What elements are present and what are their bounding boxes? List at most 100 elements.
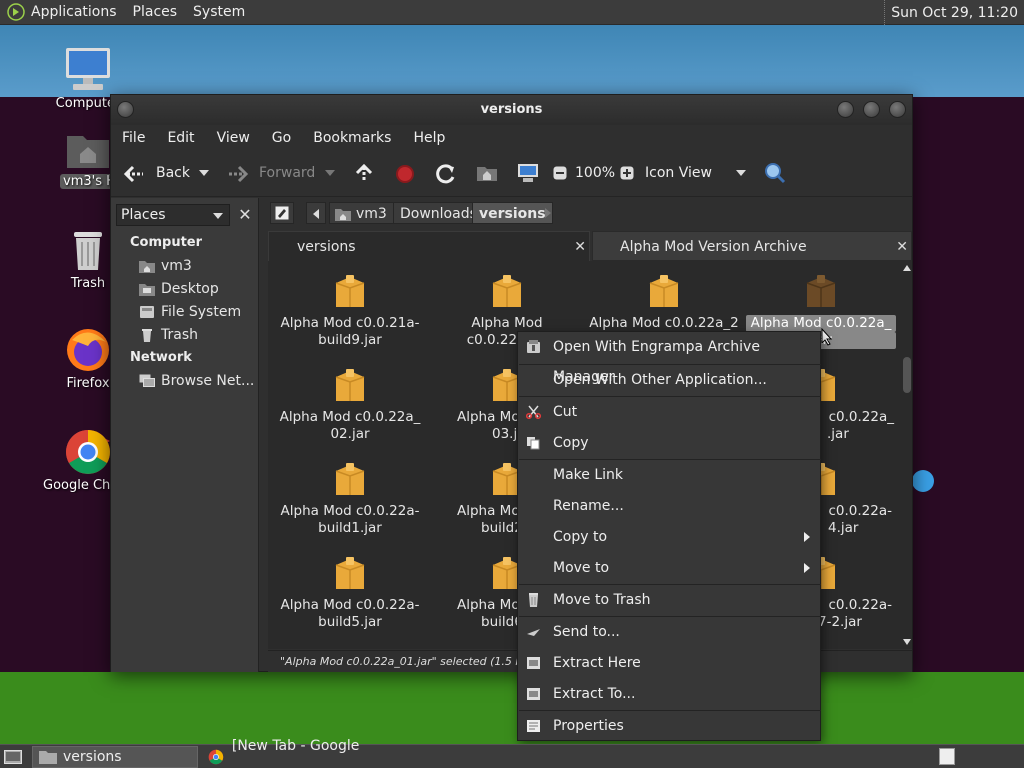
- chevron-down-icon: [213, 213, 223, 219]
- scissors-icon: [526, 405, 541, 419]
- scroll-up-icon[interactable]: [903, 265, 911, 271]
- sidebar-item-label: vm3: [161, 258, 192, 274]
- distro-logo-icon[interactable]: [7, 3, 25, 21]
- home-icon[interactable]: [476, 163, 498, 183]
- vertical-scrollbar[interactable]: [902, 261, 912, 649]
- tab-versions[interactable]: versions ✕: [268, 231, 590, 261]
- zoom-in-icon[interactable]: [620, 166, 634, 180]
- menu-applications[interactable]: Applications: [31, 4, 117, 20]
- firefox-icon: [67, 329, 109, 371]
- tab-alpha-mod-archive[interactable]: Alpha Mod Version Archive ✕: [592, 231, 912, 261]
- breadcrumb-versions[interactable]: versions: [472, 202, 553, 224]
- sidebar-item-browse-network[interactable]: Browse Net...: [139, 373, 254, 389]
- tab-close-icon[interactable]: ✕: [896, 232, 908, 262]
- menu-item-extract-here[interactable]: Extract Here: [518, 648, 820, 678]
- menu-file[interactable]: File: [122, 130, 145, 146]
- sidebar-item-label: Desktop: [161, 281, 219, 297]
- extract-icon: [527, 688, 540, 700]
- file-item[interactable]: Alpha Mod c0.0.22a- build5.jar: [275, 555, 425, 631]
- menu-item-label: Extract To...: [553, 686, 636, 702]
- edit-location-icon[interactable]: [270, 202, 294, 224]
- taskbar-item-chrome[interactable]: [New Tab - Google ...: [204, 738, 376, 768]
- minimize-button[interactable]: [837, 101, 854, 118]
- menu-item-open-with-engrampa[interactable]: Open With Engrampa Archive Manager: [518, 332, 820, 385]
- tab-bar: versions ✕ Alpha Mod Version Archive ✕: [268, 231, 912, 261]
- forward-history-dropdown-icon: [325, 170, 335, 176]
- extract-icon: [527, 657, 540, 669]
- menu-item-open-with-other[interactable]: Open With Other Application...: [518, 365, 820, 395]
- breadcrumb-vm3[interactable]: vm3: [329, 202, 394, 224]
- file-item[interactable]: Alpha Mod c0.0.22a_2: [589, 273, 739, 332]
- view-mode-dropdown-icon[interactable]: [736, 170, 746, 176]
- search-icon[interactable]: [764, 162, 786, 184]
- clock[interactable]: Sun Oct 29, 11:20: [884, 0, 1024, 25]
- zoom-out-icon[interactable]: [553, 166, 567, 180]
- reload-icon[interactable]: [435, 163, 457, 185]
- menu-places[interactable]: Places: [133, 4, 178, 20]
- close-sidebar-icon[interactable]: ✕: [236, 206, 254, 224]
- workspace-switcher[interactable]: [939, 748, 955, 765]
- back-history-dropdown-icon[interactable]: [199, 170, 209, 176]
- menu-bookmarks[interactable]: Bookmarks: [313, 130, 391, 146]
- menu-item-properties[interactable]: Properties: [518, 711, 820, 741]
- menu-go[interactable]: Go: [272, 130, 291, 146]
- menu-item-move-to[interactable]: Move to: [518, 553, 820, 583]
- file-name: Alpha Mod c0.0.21a-: [280, 315, 420, 331]
- breadcrumb-scroll-left[interactable]: [306, 202, 326, 224]
- stop-icon[interactable]: [395, 164, 415, 184]
- back-button[interactable]: Back: [156, 165, 190, 181]
- breadcrumb-scroll-right[interactable]: [545, 208, 551, 218]
- file-item[interactable]: Alpha Mod c0.0.22a- build1.jar: [275, 461, 425, 537]
- menu-item-extract-to[interactable]: Extract To...: [518, 679, 820, 709]
- scrollbar-thumb[interactable]: [903, 357, 911, 393]
- sidebar-item-desktop[interactable]: Desktop: [139, 281, 219, 297]
- breadcrumb-downloads[interactable]: Downloads: [393, 202, 484, 224]
- menu-edit[interactable]: Edit: [167, 130, 194, 146]
- menu-help[interactable]: Help: [413, 130, 445, 146]
- window-title: versions: [480, 102, 543, 117]
- menu-item-label: Copy to: [553, 529, 608, 545]
- menu-item-label: Rename...: [553, 498, 624, 514]
- computer-icon[interactable]: [517, 162, 539, 184]
- window-menu-button[interactable]: [117, 101, 134, 118]
- sidebar-item-trash[interactable]: Trash: [139, 327, 198, 343]
- menu-item-rename[interactable]: Rename...: [518, 491, 820, 521]
- sidebar-section-network: Network: [130, 350, 192, 365]
- maximize-button[interactable]: [863, 101, 880, 118]
- package-icon: [335, 369, 365, 401]
- show-desktop-icon[interactable]: [4, 749, 22, 765]
- trash-icon: [529, 593, 538, 607]
- window-titlebar[interactable]: versions: [111, 95, 912, 125]
- menu-item-copy[interactable]: Copy: [518, 428, 820, 458]
- menu-item-cut[interactable]: Cut: [518, 397, 820, 427]
- file-item[interactable]: Alpha Mod c0.0.21a- build9.jar: [275, 273, 425, 349]
- back-arrow-icon[interactable]: [123, 165, 145, 183]
- close-button[interactable]: [889, 101, 906, 118]
- package-icon: [335, 463, 365, 495]
- taskbar-item-versions[interactable]: versions: [32, 746, 198, 768]
- forward-arrow-icon: [227, 165, 249, 183]
- up-arrow-icon[interactable]: [354, 163, 374, 183]
- menu-item-copy-to[interactable]: Copy to: [518, 522, 820, 552]
- sidebar-item-file-system[interactable]: File System: [139, 304, 241, 320]
- menu-item-label: Properties: [553, 718, 624, 734]
- menu-system[interactable]: System: [193, 4, 245, 20]
- sidebar-item-vm3[interactable]: vm3: [139, 258, 192, 274]
- tab-close-icon[interactable]: ✕: [574, 232, 586, 262]
- view-mode-select[interactable]: Icon View: [645, 165, 712, 181]
- desktop-grass: [0, 672, 1024, 744]
- zoom-level[interactable]: 100%: [575, 165, 615, 181]
- file-item[interactable]: Alpha Mod c0.0.22a_ 02.jar: [275, 367, 425, 443]
- desktop-decoration: [912, 470, 934, 492]
- menu-item-label: Send to...: [553, 624, 620, 640]
- menu-item-label: Open With Other Application...: [553, 372, 767, 388]
- menu-view[interactable]: View: [217, 130, 250, 146]
- menu-item-make-link[interactable]: Make Link: [518, 460, 820, 490]
- sidebar-type-select[interactable]: Places: [116, 204, 230, 226]
- file-name: Alpha Mod c0.0.22a_2: [589, 315, 739, 331]
- menu-item-send-to[interactable]: Send to...: [518, 617, 820, 647]
- scroll-down-icon[interactable]: [903, 639, 911, 645]
- copy-icon: [527, 437, 540, 450]
- menu-item-move-to-trash[interactable]: Move to Trash: [518, 585, 820, 615]
- package-icon: [335, 275, 365, 307]
